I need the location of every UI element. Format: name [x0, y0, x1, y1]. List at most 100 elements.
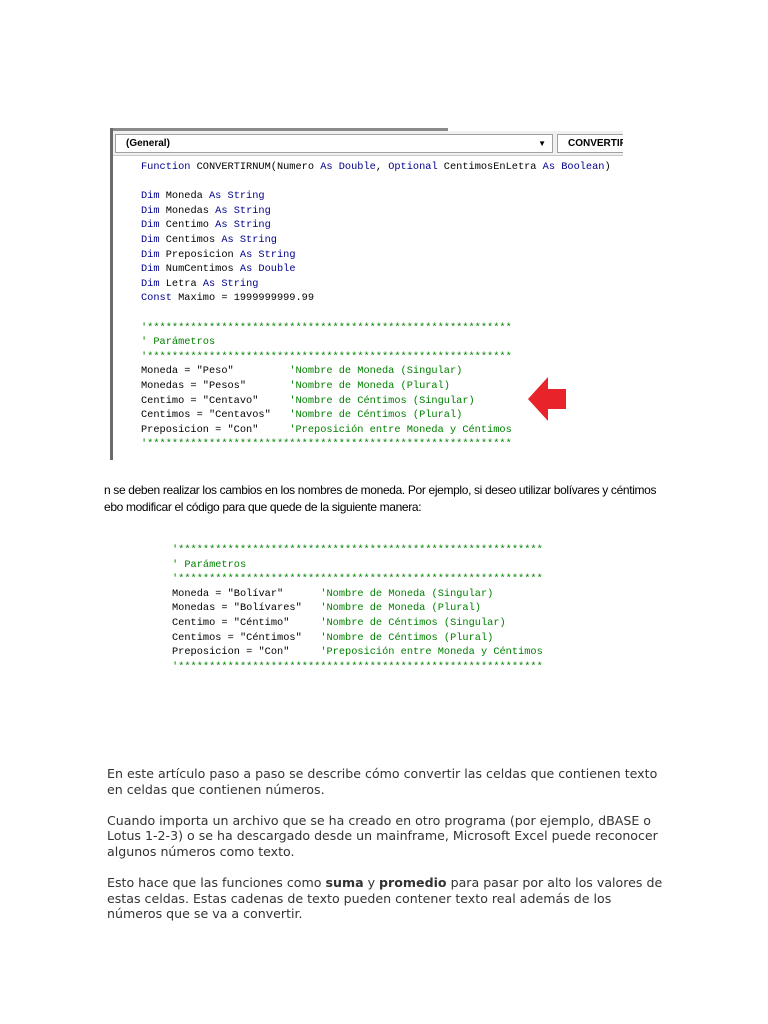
code-keyword: As String — [221, 233, 277, 246]
code-comment: 'Nombre de Moneda (Singular) — [320, 587, 494, 600]
code-line: Function CONVERTIRNUM(Numero As Double, … — [141, 160, 611, 175]
article-body: En este artículo paso a paso se describe… — [107, 766, 667, 938]
code-line: Dim Moneda As String — [141, 189, 611, 204]
code-line: Dim Monedas As String — [141, 204, 611, 219]
code-line: Centimo = "Céntimo" 'Nombre de Céntimos … — [172, 616, 543, 631]
code-keyword: Dim — [141, 248, 160, 261]
instruction-line-1: n se deben realizar los cambios en los n… — [104, 483, 657, 497]
code-comment: '***************************************… — [141, 438, 512, 451]
procedure-dropdown[interactable]: CONVERTIRNUM — [557, 134, 623, 153]
code-text: CentimosEnLetra — [437, 161, 543, 173]
code-text: Monedas — [159, 204, 216, 217]
code-keyword: As String — [239, 248, 296, 261]
article-paragraph-1: En este artículo paso a paso se describe… — [107, 766, 658, 797]
article-keyword-suma: suma — [325, 875, 364, 891]
code-line: '***************************************… — [172, 660, 543, 675]
code-keyword: Function — [141, 161, 191, 173]
code-keyword: As Boolean — [542, 161, 605, 173]
code-text: ) — [604, 161, 611, 173]
code-comment: 'Nombre de Céntimos (Plural) — [289, 409, 463, 422]
code-text: Centimo — [159, 219, 216, 232]
article-paragraph-2: Cuando importa un archivo que se ha crea… — [107, 812, 658, 859]
code-text: CONVERTIRNUM(Numero — [190, 161, 321, 173]
code-line: Dim Centimo As String — [141, 218, 611, 233]
code-text: Centimos — [159, 233, 222, 246]
code-line: Preposicion = "Con" 'Preposición entre M… — [141, 423, 611, 438]
code-line: Dim NumCentimos As Double — [141, 262, 611, 277]
red-arrow-icon — [528, 377, 566, 421]
code-keyword: Dim — [141, 233, 160, 246]
code-line: Monedas = "Bolívares" 'Nombre de Moneda … — [172, 601, 543, 616]
article-keyword-promedio: promedio — [379, 875, 447, 891]
code-keyword: Dim — [141, 219, 160, 232]
code-comment: 'Nombre de Céntimos (Singular) — [289, 394, 475, 407]
code-text: Moneda = "Bolívar" — [172, 587, 321, 600]
code-comment: 'Preposición entre Moneda y Céntimos — [289, 423, 512, 436]
code-comment: '***************************************… — [172, 544, 543, 556]
code-keyword: Dim — [141, 277, 160, 290]
code-comment: 'Nombre de Céntimos (Plural) — [320, 631, 494, 644]
code-line: Centimos = "Céntimos" 'Nombre de Céntimo… — [172, 631, 543, 646]
code-line: Dim Letra As String — [141, 277, 611, 292]
code-text: NumCentimos — [159, 263, 240, 276]
article-p3-text-1: Esto hace que las funciones como — [107, 875, 326, 891]
code-comment: 'Preposición entre Moneda y Céntimos — [320, 646, 543, 659]
code-comment: '***************************************… — [172, 660, 543, 673]
code-text: , — [375, 161, 389, 173]
code-text: Preposicion = "Con" — [172, 646, 321, 659]
code-comment: 'Nombre de Céntimos (Singular) — [320, 616, 506, 629]
code-text: Letra — [159, 277, 203, 290]
article-paragraph-3: Esto hace que las funciones como suma y … — [107, 875, 667, 922]
code-keyword: Const — [141, 292, 172, 305]
code-text: Centimo = "Centavo" — [141, 394, 290, 407]
instruction-text: n se deben realizar los cambios en los n… — [104, 482, 664, 516]
code-line: Dim Centimos As String — [141, 233, 611, 248]
code-text: Preposicion — [159, 248, 240, 261]
code-line: '***************************************… — [172, 572, 543, 587]
code-keyword: Dim — [141, 204, 160, 217]
code-comment: ' Parámetros — [172, 558, 247, 571]
object-dropdown-value: (General) — [126, 138, 170, 149]
article-p3-text-2: y — [363, 875, 380, 891]
code-text: Centimos = "Centavos" — [141, 409, 290, 422]
code-keyword: As String — [208, 190, 265, 203]
code-line: '***************************************… — [172, 543, 543, 558]
code-keyword: As String — [215, 204, 271, 217]
code-text: Preposicion = "Con" — [141, 423, 290, 436]
code-keyword: As String — [202, 277, 259, 290]
code-text: Maximo = 1999999999.99 — [171, 292, 315, 305]
code-text: Centimo = "Céntimo" — [172, 616, 321, 629]
code-line: ' Parámetros — [172, 558, 543, 573]
object-dropdown[interactable]: (General) ▼ — [115, 134, 553, 153]
code-keyword: As String — [215, 219, 271, 232]
code-comment: ' Parámetros — [141, 336, 216, 349]
code-text: Moneda — [159, 190, 209, 203]
editor-toolbar: (General) ▼ CONVERTIRNUM — [113, 131, 623, 156]
code-keyword: Dim — [141, 190, 160, 203]
code-text: Monedas = "Bolívares" — [172, 602, 321, 615]
code-line: Dim Preposicion As String — [141, 248, 611, 263]
code-comment: '***************************************… — [172, 573, 543, 586]
code-comment: 'Nombre de Moneda (Plural) — [320, 602, 481, 615]
code-line: '***************************************… — [141, 321, 611, 336]
code-comment: '***************************************… — [141, 350, 512, 363]
code-line: '***************************************… — [141, 350, 611, 365]
code-comment: 'Nombre de Moneda (Plural) — [289, 379, 450, 392]
code-line: Const Maximo = 1999999999.99 — [141, 291, 611, 306]
code-keyword: As Double — [239, 263, 296, 276]
code-keyword: Dim — [141, 263, 160, 276]
code-keyword: As Double — [320, 161, 376, 173]
code-line: Moneda = "Bolívar" 'Nombre de Moneda (Si… — [172, 587, 543, 602]
code-line: ' Parámetros — [141, 335, 611, 350]
code-line: '***************************************… — [141, 437, 611, 452]
code-keyword: Optional — [388, 161, 438, 173]
code-comment: 'Nombre de Moneda (Singular) — [289, 365, 463, 378]
code-comment: '***************************************… — [141, 321, 512, 334]
code-text: Centimos = "Céntimos" — [172, 631, 321, 644]
instruction-line-2: ebo modificar el código para que quede d… — [104, 500, 422, 514]
code-text: Moneda = "Peso" — [141, 365, 290, 378]
code-text: Monedas = "Pesos" — [141, 379, 290, 392]
chevron-down-icon[interactable]: ▼ — [538, 135, 546, 152]
